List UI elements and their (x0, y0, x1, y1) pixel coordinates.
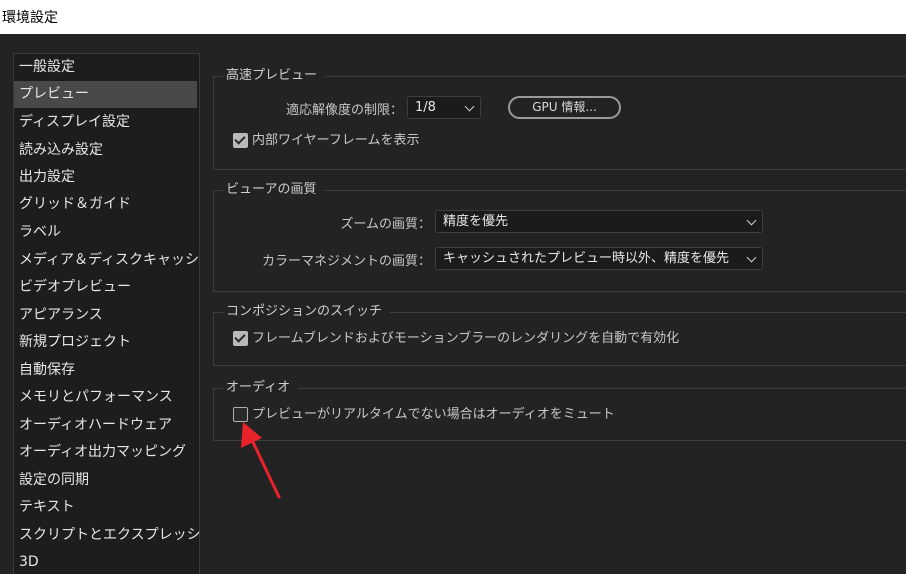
sidebar-item-text[interactable]: テキスト (14, 494, 197, 521)
resolution-limit-value: 1/8 (415, 100, 436, 115)
color-management-quality-label: カラーマネジメントの画質： (261, 254, 431, 269)
sidebar-item-memory[interactable]: メモリとパフォーマンス (14, 384, 197, 411)
sidebar-item-3d[interactable]: 3D (14, 549, 197, 574)
wireframe-checkbox-label: 内部ワイヤーフレームを表示 (252, 133, 420, 148)
preferences-sidebar: 一般設定 プレビュー ディスプレイ設定 読み込み設定 出力設定 グリッド＆ガイド… (13, 53, 200, 574)
title-bar: 環境設定 (0, 0, 906, 34)
zoom-quality-value: 精度を優先 (443, 214, 509, 229)
section-title-composition-switches: コンポジションのスイッチ (223, 303, 391, 321)
resolution-limit-select[interactable]: 1/8 (407, 96, 481, 119)
audio-mute-checkbox-label: プレビューがリアルタイムでない場合はオーディオをミュート (252, 407, 615, 422)
window-title: 環境設定 (2, 10, 58, 26)
sidebar-item-display[interactable]: ディスプレイ設定 (14, 109, 197, 136)
sidebar-item-media-cache[interactable]: メディア＆ディスクキャッシュ (14, 247, 199, 274)
resolution-limit-label: 適応解像度の制限： (285, 103, 403, 118)
zoom-quality-label: ズームの画質： (340, 217, 431, 232)
frame-blend-checkbox-label: フレームブレンドおよびモーションブラーのレンダリングを自動で有効化 (252, 331, 680, 346)
sidebar-item-video-preview[interactable]: ビデオプレビュー (14, 274, 197, 301)
section-title-viewer-quality: ビューアの画質 (223, 181, 325, 199)
zoom-quality-select[interactable]: 精度を優先 (435, 210, 763, 233)
sidebar-item-auto-save[interactable]: 自動保存 (14, 357, 197, 384)
color-management-quality-value: キャッシュされたプレビュー時以外、精度を優先 (443, 251, 730, 266)
gpu-info-button[interactable]: GPU 情報... (508, 96, 621, 119)
color-management-quality-select[interactable]: キャッシュされたプレビュー時以外、精度を優先 (435, 247, 763, 270)
sidebar-item-output[interactable]: 出力設定 (14, 164, 197, 191)
sidebar-item-scripting[interactable]: スクリプトとエクスプレッション (14, 522, 199, 549)
sidebar-item-audio-output[interactable]: オーディオ出力マッピング (14, 439, 197, 466)
chevron-down-icon (746, 215, 757, 226)
wireframe-checkbox[interactable] (233, 133, 248, 148)
audio-mute-checkbox[interactable] (233, 407, 248, 422)
frame-blend-checkbox[interactable] (233, 331, 248, 346)
chevron-down-icon (464, 101, 475, 112)
section-title-audio: オーディオ (223, 379, 299, 397)
sidebar-item-preview[interactable]: プレビュー (14, 81, 197, 108)
sidebar-item-appearance[interactable]: アピアランス (14, 302, 197, 329)
section-title-fast-preview: 高速プレビュー (223, 67, 326, 85)
sidebar-item-import[interactable]: 読み込み設定 (14, 137, 197, 164)
section-fast-preview: 高速プレビュー 適応解像度の制限： 1/8 GPU 情報... 内部ワイヤーフレ… (213, 67, 906, 170)
sidebar-item-audio-hardware[interactable]: オーディオハードウェア (14, 412, 197, 439)
sidebar-item-labels[interactable]: ラベル (14, 219, 197, 246)
sidebar-item-new-project[interactable]: 新規プロジェクト (14, 329, 197, 356)
sidebar-item-general[interactable]: 一般設定 (14, 54, 197, 81)
chevron-down-icon (746, 252, 757, 263)
sidebar-item-sync-settings[interactable]: 設定の同期 (14, 467, 197, 494)
section-composition-switches: コンポジションのスイッチ フレームブレンドおよびモーションブラーのレンダリングを… (213, 303, 906, 366)
section-viewer-quality: ビューアの画質 ズームの画質： 精度を優先 カラーマネジメントの画質： キャッシ… (213, 181, 906, 293)
sidebar-item-grids-guides[interactable]: グリッド＆ガイド (14, 191, 197, 218)
section-audio: オーディオ プレビューがリアルタイムでない場合はオーディオをミュート (213, 379, 906, 441)
